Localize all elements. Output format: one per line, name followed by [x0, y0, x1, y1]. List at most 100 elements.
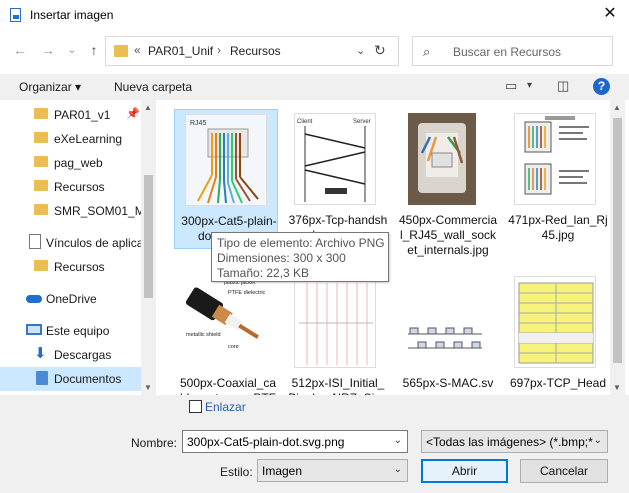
close-button[interactable]: ✕	[596, 3, 624, 27]
thumbnail-label: core	[228, 344, 239, 350]
download-icon: ⬇	[34, 345, 47, 362]
scroll-up-arrow[interactable]: ▲	[144, 103, 152, 112]
folder-icon	[34, 156, 48, 167]
breadcrumb-recursos[interactable]: Recursos	[230, 44, 281, 58]
style-label: Estilo:	[220, 465, 253, 479]
breadcrumb-par01-unif[interactable]: PAR01_Unif	[148, 44, 213, 58]
file-name: 471px-Red_lan_Rj45.jpg	[508, 213, 608, 242]
file-name-input[interactable]: 300px-Cat5-plain-dot.svg.png ⌄	[182, 430, 408, 453]
sidebar-item-par01-v1[interactable]: PAR01_v1 📌	[0, 103, 141, 127]
file-tile[interactable]: 471px-Red_lan_Rj45.jpg	[504, 109, 608, 249]
breadcrumb-separator[interactable]: ›	[217, 43, 221, 57]
breadcrumb-overflow[interactable]: «	[134, 43, 141, 57]
folder-icon	[34, 180, 48, 191]
thumbnail-label: metallic shield	[186, 332, 221, 338]
documents-icon	[36, 371, 48, 385]
thumbnail-label: RJ45	[190, 120, 206, 127]
scrollbar-thumb[interactable]	[144, 175, 153, 298]
file-name: 512px-ISI_Initial_Bipolar_NRZ_Signal.svg…	[288, 376, 387, 395]
sidebar-item-este-equipo[interactable]: Este equipo	[0, 319, 141, 343]
sidebar-item-label: Recursos	[54, 260, 105, 274]
file-tile[interactable]: 697px-TCP_Header.svg.png	[504, 272, 608, 395]
preview-pane-icon[interactable]: ◫	[557, 78, 569, 94]
cancel-button[interactable]: Cancelar	[520, 459, 608, 483]
file-name-label: Nombre:	[131, 436, 178, 450]
navigation-pane: PAR01_v1 📌 eXeLearning pag_web Recursos …	[0, 100, 156, 395]
file-type-value: <Todas las imágenes> (*.bmp;*	[426, 435, 593, 449]
sidebar-item-label: OneDrive	[46, 292, 97, 306]
rj45-diagram-thumbnail	[514, 113, 596, 205]
file-tile[interactable]: Client Server 376px-Tcp-handshake.svg.pn…	[284, 109, 388, 249]
sidebar-item-descargas[interactable]: ⬇ Descargas	[0, 343, 141, 367]
search-box[interactable]: ⌕ Buscar en Recursos	[412, 36, 613, 66]
file-name-value: 300px-Cat5-plain-dot.svg.png	[187, 435, 345, 449]
up-button[interactable]: ↑	[84, 40, 104, 60]
folder-icon	[34, 204, 48, 215]
search-placeholder: Buscar en Recursos	[453, 45, 562, 59]
open-button[interactable]: Abrir	[421, 459, 508, 483]
link-checkbox-label[interactable]: Enlazar	[205, 400, 246, 414]
file-list-scrollbar[interactable]: ▲ ▼	[610, 100, 625, 395]
sidebar-item-vinculos[interactable]: Vínculos de aplica	[0, 231, 144, 255]
file-tile[interactable]: plastic jacket PTFE dielectric metallic …	[174, 272, 278, 395]
refresh-button[interactable]: ↻	[374, 42, 386, 59]
sidebar-scrollbar[interactable]: ▲ ▼	[141, 100, 156, 395]
scrollbar-thumb[interactable]	[613, 118, 622, 363]
view-mode-icon[interactable]: ▭	[505, 78, 517, 94]
sidebar-item-smr-som01[interactable]: SMR_SOM01_Ma	[0, 199, 151, 223]
recent-locations-button[interactable]: ⌄	[62, 40, 82, 60]
thumbnail-label: PTFE dielectric	[228, 290, 266, 296]
scroll-down-arrow[interactable]: ▼	[144, 383, 152, 392]
style-select[interactable]: Imagen ⌄	[257, 459, 408, 482]
file-name: 450px-Commercial_RJ45_wall_socket_intern…	[398, 213, 498, 257]
sidebar-item-label: Este equipo	[46, 324, 110, 338]
file-name: 697px-TCP_Header.svg.png	[509, 376, 607, 395]
file-tile[interactable]: RJ45 300px-Cat5-plain-dot.	[174, 109, 278, 249]
scroll-up-arrow[interactable]: ▲	[613, 103, 621, 112]
tooltip-type: Tipo de elemento: Archivo PNG	[217, 236, 385, 250]
chevron-down-icon[interactable]: ⌄	[394, 435, 402, 446]
sidebar-item-label: Vínculos de aplica	[46, 236, 144, 250]
help-icon[interactable]: ?	[593, 78, 610, 95]
thumbnail-label: Client	[297, 119, 313, 125]
cloud-icon	[26, 295, 42, 303]
computer-icon	[26, 324, 42, 335]
sidebar-item-exelearning[interactable]: eXeLearning	[0, 127, 141, 151]
link-checkbox[interactable]	[189, 400, 202, 413]
scroll-down-arrow[interactable]: ▼	[613, 383, 621, 392]
sidebar-item-recursos-2[interactable]: Recursos	[0, 255, 141, 279]
sidebar-item-label: pag_web	[54, 156, 103, 170]
sidebar-item-pag-web[interactable]: pag_web	[0, 151, 141, 175]
pin-icon[interactable]: 📌	[126, 107, 140, 120]
dialog-footer: Enlazar Nombre: 300px-Cat5-plain-dot.svg…	[0, 395, 629, 493]
sidebar-item-onedrive[interactable]: OneDrive	[0, 287, 141, 311]
new-folder-button[interactable]: Nueva carpeta	[114, 80, 192, 94]
view-dropdown-icon[interactable]: ▾	[527, 80, 532, 91]
file-tile[interactable]: 565px-S-MAC.svg.png	[394, 272, 498, 395]
file-tile[interactable]: 512px-ISI_Initial_Bipolar_NRZ_Signal.svg…	[284, 272, 388, 395]
folder-icon	[34, 260, 48, 271]
search-icon: ⌕	[423, 44, 431, 59]
tcp-header-thumbnail	[514, 276, 596, 368]
command-bar: Organizar ▾ Nueva carpeta ▭ ▾ ◫ ?	[0, 74, 629, 100]
style-value: Imagen	[262, 464, 303, 478]
sidebar-item-documentos[interactable]: Documentos	[0, 367, 141, 391]
navigation-bar: ← → ⌄ ↑ « PAR01_Unif › Recursos ⌄ ↻ ⌕ Bu…	[0, 34, 629, 66]
sidebar-item-label: Recursos	[54, 180, 105, 194]
back-button[interactable]: ←	[10, 40, 30, 60]
file-tile[interactable]: 450px-Commercial_RJ45_wall_socket_intern…	[394, 109, 498, 257]
coaxial-cable-thumbnail: plastic jacket PTFE dielectric metallic …	[184, 276, 266, 368]
s-mac-thumbnail	[404, 276, 486, 368]
document-icon	[29, 234, 41, 249]
file-type-filter[interactable]: <Todas las imágenes> (*.bmp;* ⌄	[421, 430, 608, 453]
tooltip-size: Tamaño: 22,3 KB	[217, 266, 310, 280]
address-dropdown-icon[interactable]: ⌄	[356, 44, 365, 57]
file-name: 565px-S-MAC.svg.png	[402, 376, 494, 395]
forward-button[interactable]: →	[38, 40, 58, 60]
tcp-handshake-thumbnail: Client Server	[294, 113, 376, 205]
organize-menu[interactable]: Organizar ▾	[19, 80, 81, 94]
address-bar[interactable]: « PAR01_Unif › Recursos ⌄ ↻	[105, 36, 399, 66]
nrz-signal-thumbnail	[294, 276, 376, 368]
cat5-wiring-thumbnail: RJ45	[185, 114, 267, 206]
sidebar-item-recursos[interactable]: Recursos	[0, 175, 141, 199]
